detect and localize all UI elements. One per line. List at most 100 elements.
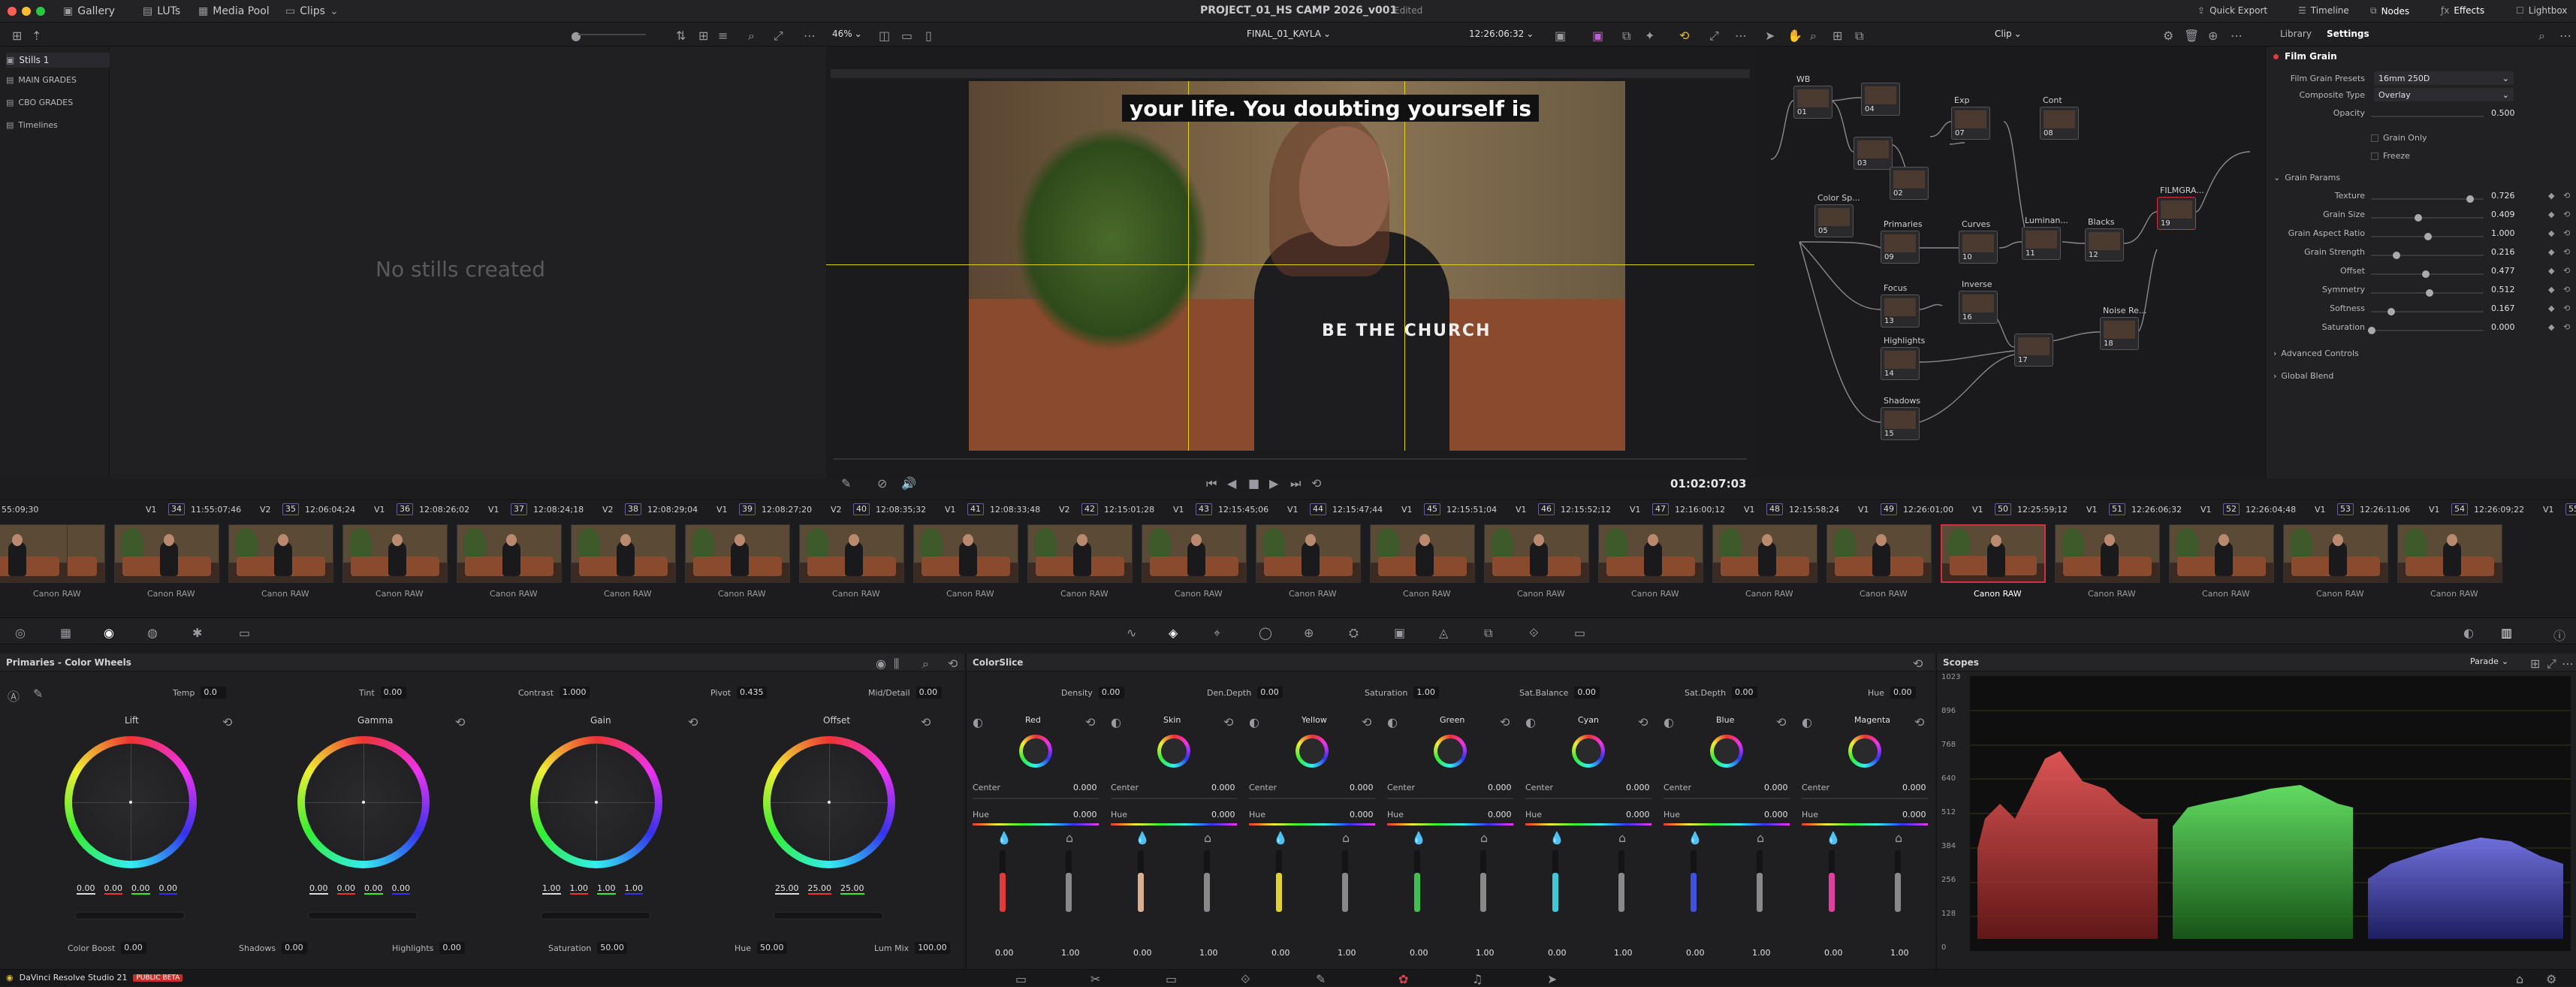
wheel-value[interactable]: 1.00 xyxy=(624,883,643,895)
slice-density-bar[interactable] xyxy=(1552,850,1558,912)
clip-thumbnail[interactable] xyxy=(799,524,904,583)
wheel-value[interactable]: 25.00 xyxy=(840,883,864,895)
slice-saturation-bar[interactable] xyxy=(1757,850,1763,912)
color-node[interactable]: 09 xyxy=(1881,231,1920,264)
highlights-control[interactable]: Highlights 0.00 xyxy=(392,942,466,954)
gallery-zoom-slider[interactable] xyxy=(578,34,646,35)
hue-value[interactable]: 0.000 xyxy=(1626,810,1650,819)
slider-knob[interactable] xyxy=(2387,308,2395,315)
expand-viewer-icon[interactable]: ⤢ xyxy=(1709,29,1719,44)
grain-strength-value[interactable]: 0.216 xyxy=(2491,247,2515,257)
sizing-icon[interactable]: ⧉ xyxy=(1484,626,1492,641)
slice-density-bar[interactable] xyxy=(1691,850,1697,912)
reset-lift-icon[interactable]: ⟲ xyxy=(222,715,232,729)
slice-swatch[interactable] xyxy=(1572,735,1605,768)
gallery-item-stills[interactable]: ▣ Stills 1 xyxy=(6,53,110,68)
lift-wheel[interactable] xyxy=(65,736,197,868)
compare-icon[interactable]: ▯ xyxy=(925,29,932,43)
clip-thumbnail[interactable] xyxy=(2169,524,2274,583)
contrast-value[interactable]: 1.000 xyxy=(560,687,590,699)
keyframe-icon[interactable]: ◆ xyxy=(2548,191,2554,201)
hue-control[interactable]: Hue 50.00 xyxy=(734,942,787,954)
center-slider[interactable] xyxy=(1664,798,1790,799)
maximize-window-button[interactable] xyxy=(36,7,45,16)
node-layout-icon[interactable]: ⊞ xyxy=(1832,29,1842,43)
grain-only-checkbox[interactable]: Grain Only xyxy=(2371,133,2427,143)
middetail-control[interactable]: Mid/Detail 0.00 xyxy=(868,687,942,699)
color-node[interactable]: 15 xyxy=(1881,407,1920,440)
wheel-value[interactable]: 0.00 xyxy=(309,883,328,895)
slider-knob[interactable] xyxy=(2424,233,2432,240)
clip-number[interactable]: 49 xyxy=(1881,503,1897,515)
blur-icon[interactable]: ▣ xyxy=(1394,626,1405,640)
clip-number[interactable]: 34 xyxy=(168,503,185,515)
key-icon[interactable]: ◬ xyxy=(1439,626,1448,640)
hand-tool-icon[interactable]: ✋ xyxy=(1787,29,1802,43)
sort-icon[interactable]: ⇅ xyxy=(676,29,686,43)
clip-number[interactable]: 47 xyxy=(1652,503,1669,515)
hue-value[interactable]: 0.000 xyxy=(1902,810,1926,819)
hue-value[interactable]: 0.000 xyxy=(1211,810,1235,819)
reset-all-icon[interactable]: ⟲ xyxy=(948,656,958,671)
clip-thumbnail[interactable] xyxy=(1826,524,1932,583)
motion-effects-icon[interactable]: ▭ xyxy=(239,626,250,640)
tint-control[interactable]: Tint 0.00 xyxy=(359,687,406,699)
color-node[interactable]: 13 xyxy=(1881,294,1920,327)
slice-swatch[interactable] xyxy=(1296,735,1329,768)
center-value[interactable]: 0.000 xyxy=(1488,783,1512,792)
wheel-value[interactable]: 0.00 xyxy=(131,883,150,895)
split-screen-icon[interactable]: ◫ xyxy=(879,29,890,43)
clip-number[interactable]: 44 xyxy=(1310,503,1326,515)
cs-hue-control[interactable]: Hue 0.00 xyxy=(1868,687,1917,699)
slice-value-b[interactable]: 1.00 xyxy=(1338,948,1356,958)
node-add-icon[interactable]: ⊕ xyxy=(2208,29,2218,43)
log-mode-icon[interactable]: ⌕ xyxy=(922,656,929,672)
center-slider[interactable] xyxy=(1111,798,1237,799)
hue-slider[interactable] xyxy=(1802,823,1928,826)
slice-value-b[interactable]: 1.00 xyxy=(1199,948,1218,958)
slice-toggle-icon[interactable]: ◐ xyxy=(1387,715,1398,729)
wheel-value[interactable]: 0.00 xyxy=(104,883,122,895)
clip-number[interactable]: 46 xyxy=(1538,503,1555,515)
slice-value-b[interactable]: 1.00 xyxy=(1614,948,1633,958)
color-page-icon[interactable]: ✎ xyxy=(1316,972,1326,986)
slice-value-a[interactable]: 0.00 xyxy=(1824,948,1843,958)
keyframe-icon[interactable]: ◆ xyxy=(2548,228,2554,238)
clip-number[interactable]: 38 xyxy=(625,503,641,515)
scrubber-bar[interactable] xyxy=(834,458,1747,460)
shadows-control[interactable]: Shadows 0.00 xyxy=(239,942,308,954)
tab-library[interactable]: Library xyxy=(2280,29,2312,39)
toggle-icon[interactable]: ◐ xyxy=(2463,626,2474,640)
gamma-wheel[interactable] xyxy=(297,736,430,868)
magic-mask-tool-icon[interactable]: ⛭ xyxy=(1349,626,1359,641)
hue-slider[interactable] xyxy=(1249,823,1375,826)
texture-value[interactable]: 0.726 xyxy=(2491,191,2515,201)
scope-expand-icon[interactable]: ⤢ xyxy=(2547,656,2556,672)
video-frame[interactable]: BE THE CHURCH your life. You doubting yo… xyxy=(969,81,1625,451)
reset-slice-icon[interactable]: ⟲ xyxy=(1362,715,1371,729)
lum-mix-control[interactable]: Lum Mix 100.00 xyxy=(874,942,950,954)
gallery-tab[interactable]: ▣ Gallery xyxy=(63,5,115,17)
grid-view-icon[interactable]: ⊞ xyxy=(12,29,22,43)
nodes-toggle[interactable]: ⧉ Nodes xyxy=(2370,5,2409,17)
highlight-icon[interactable]: ▣ xyxy=(1592,29,1603,43)
wheel-value[interactable]: 25.00 xyxy=(807,883,831,895)
color-node[interactable]: 01 xyxy=(1793,86,1832,119)
tracker-icon[interactable]: ⊕ xyxy=(1304,626,1314,640)
scope-settings-icon[interactable]: ⊞ xyxy=(2530,656,2540,671)
cinema-mode-icon[interactable]: ▣ xyxy=(1555,29,1566,43)
composite-type-select[interactable]: Overlay ⌄ xyxy=(2374,88,2514,101)
keyframes-icon[interactable]: ▭ xyxy=(1574,626,1585,640)
den-depth-control[interactable]: Den.Depth 0.00 xyxy=(1207,687,1283,699)
clip-number[interactable]: 51 xyxy=(2109,503,2125,515)
reset-icon[interactable]: ⟲ xyxy=(2563,247,2570,257)
luts-tab[interactable]: ▤ LUTs xyxy=(143,5,180,17)
slice-value-a[interactable]: 0.00 xyxy=(1410,948,1428,958)
clip-number[interactable]: 35 xyxy=(282,503,299,515)
reset-icon[interactable]: ⟲ xyxy=(2563,285,2570,294)
offset-master-slider[interactable] xyxy=(774,912,883,919)
density-control[interactable]: Density 0.00 xyxy=(1061,687,1124,699)
info-icon[interactable]: ⓘ xyxy=(2553,626,2565,644)
slice-toggle-icon[interactable]: ◐ xyxy=(1664,715,1674,729)
center-slider[interactable] xyxy=(973,798,1099,799)
